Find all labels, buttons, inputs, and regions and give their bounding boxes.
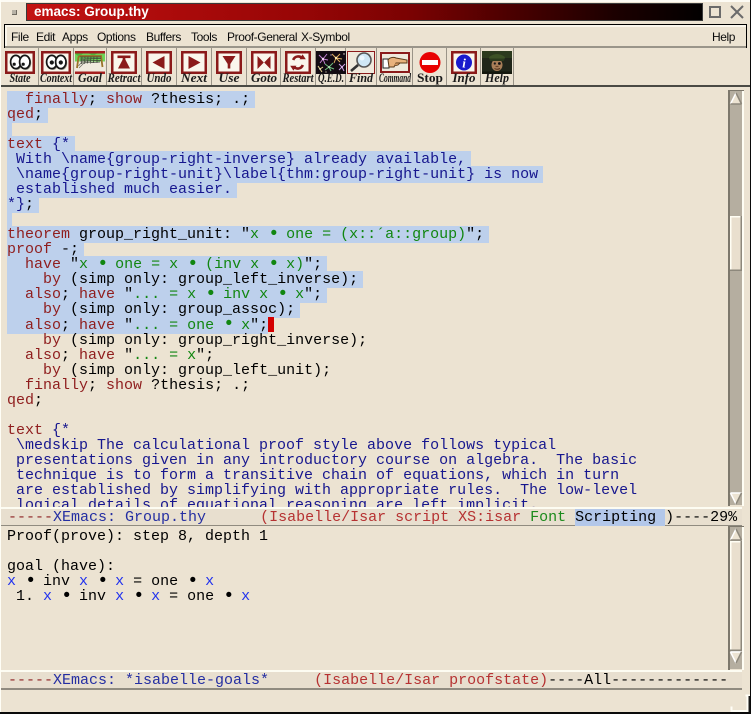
- svg-text:Context: Context: [40, 72, 72, 85]
- svg-text:Use: Use: [219, 72, 240, 85]
- svg-text:Restart: Restart: [282, 72, 314, 85]
- svg-text:Goto: Goto: [251, 72, 277, 85]
- svg-text:Q.E.D.: Q.E.D.: [318, 72, 344, 85]
- svg-text:Next: Next: [180, 72, 208, 85]
- svg-text:i: i: [462, 56, 466, 71]
- svg-text:Info: Info: [451, 72, 475, 85]
- svg-text:Stop: Stop: [417, 72, 443, 85]
- svg-text:Goal: Goal: [78, 72, 103, 85]
- svg-text:Help: Help: [484, 72, 509, 85]
- svg-text:Undo: Undo: [147, 72, 172, 85]
- svg-text:Retract: Retract: [107, 72, 141, 85]
- svg-text:State: State: [10, 72, 31, 85]
- svg-text:Command: Command: [379, 72, 411, 85]
- svg-text:Find: Find: [348, 72, 374, 85]
